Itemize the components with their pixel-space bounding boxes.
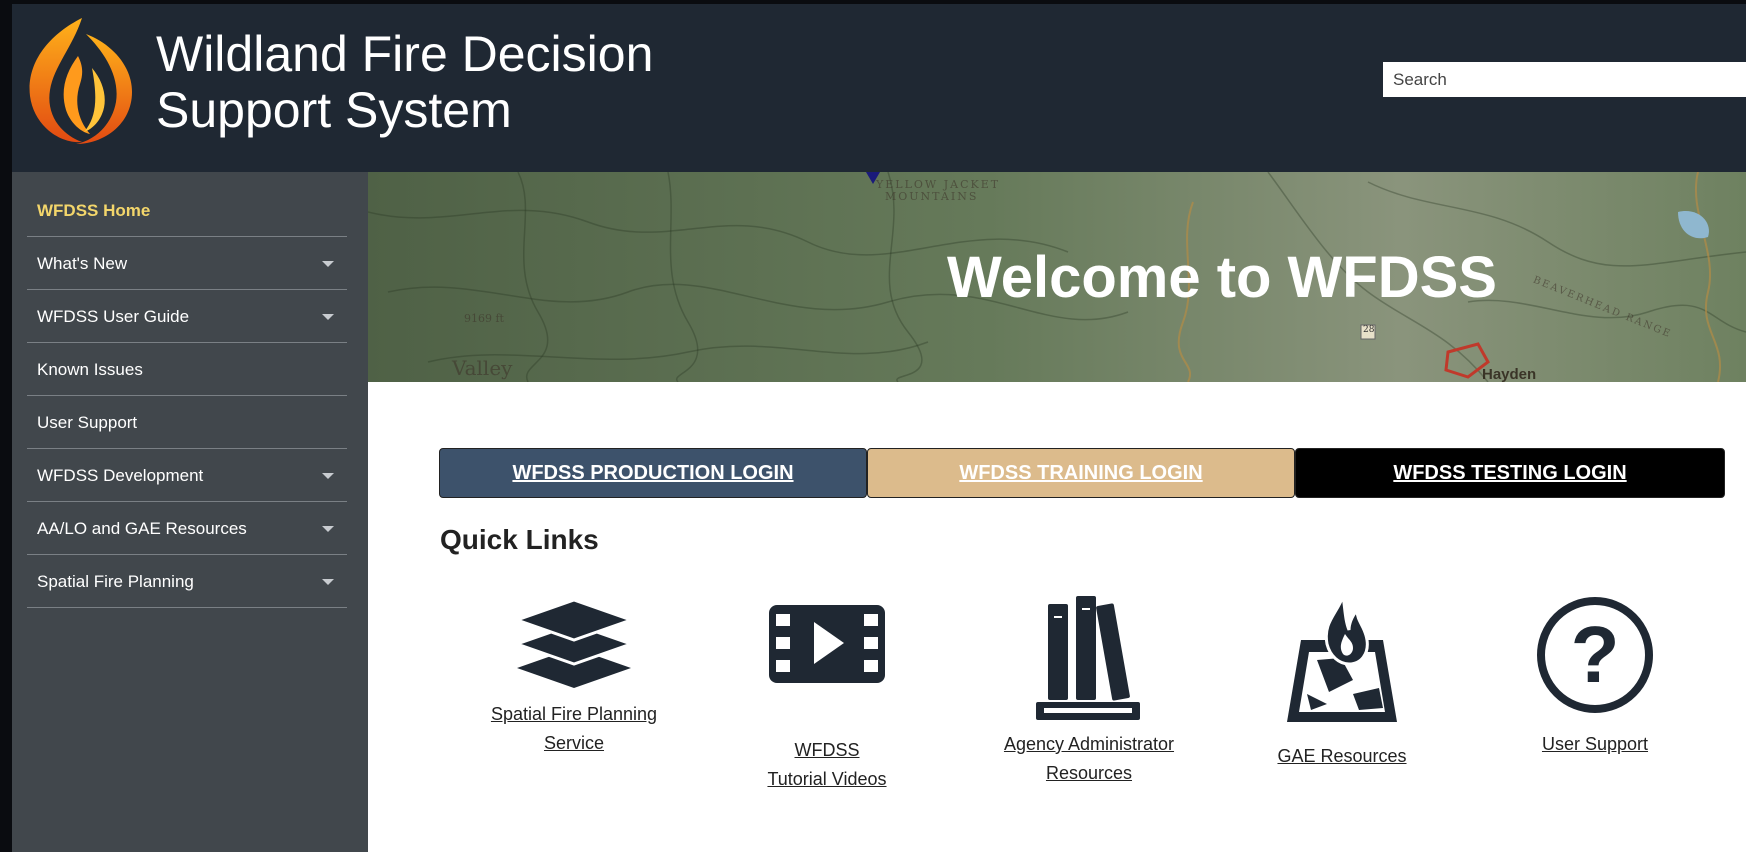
sidebar-item-label: Known Issues [37,360,143,379]
quick-link-label[interactable]: GAE Resources [1237,742,1447,771]
training-login-button[interactable]: WFDSS TRAINING LOGIN [867,448,1295,498]
svg-text:?: ? [1571,610,1620,699]
quick-link-label[interactable]: Agency Administrator [984,730,1194,759]
help-icon[interactable]: ? [1536,594,1654,716]
sidebar-item-user-guide[interactable]: WFDSS User Guide [27,290,347,343]
quick-link-label[interactable]: Tutorial Videos [722,765,932,794]
quick-link-label[interactable]: User Support [1490,730,1700,759]
sidebar-item-label: WFDSS Home [37,201,151,220]
layers-icon[interactable] [515,590,633,700]
caret-down-icon[interactable] [322,526,334,532]
sidebar-item-user-support[interactable]: User Support [27,396,347,449]
sidebar-item-label: AA/LO and GAE Resources [37,519,247,538]
site-header: Wildland Fire Decision Support System [12,4,1746,172]
site-title[interactable]: Wildland Fire Decision Support System [156,26,653,138]
quick-link-spatial-fire-planning[interactable]: Spatial Fire Planning Service [469,590,679,758]
quick-link-label[interactable]: Service [469,729,679,758]
search-input[interactable] [1383,62,1746,97]
site-title-line1: Wildland Fire Decision [156,26,654,82]
books-icon[interactable] [1034,594,1144,720]
caret-down-icon[interactable] [322,261,334,267]
quick-link-tutorial-videos[interactable]: WFDSS Tutorial Videos [722,604,932,794]
quick-link-gae-resources[interactable]: GAE Resources [1237,594,1447,771]
sidebar-item-development[interactable]: WFDSS Development [27,449,347,502]
sidebar-item-label: WFDSS User Guide [37,307,190,326]
caret-down-icon[interactable] [322,579,334,585]
page: Wildland Fire Decision Support System WF… [12,4,1746,852]
quick-link-user-support[interactable]: ? User Support [1490,594,1700,759]
sidebar-item-whats-new[interactable]: What's New [27,237,347,290]
sidebar-item-label: Spatial Fire Planning [37,572,194,591]
caret-down-icon[interactable] [322,473,334,479]
sidebar-item-label: User Support [37,413,138,432]
quick-link-label[interactable]: WFDSS [722,736,932,765]
sidebar-item-label: WFDSS Development [37,466,204,485]
quick-link-agency-admin[interactable]: Agency Administrator Resources [984,594,1194,788]
sidebar: WFDSS Home What's New WFDSS User Guide K… [12,172,368,852]
sidebar-item-aalo-gae[interactable]: AA/LO and GAE Resources [27,502,347,555]
map-label: MOUNTAINS [885,190,979,203]
hero-banner: YELLOW JACKET MOUNTAINS 9169 ft Valley 2… [368,172,1746,382]
sidebar-item-spatial-fire-planning[interactable]: Spatial Fire Planning [27,555,347,608]
map-label: Valley [452,356,513,380]
site-title-line2: Support System [156,82,512,138]
flame-logo-icon[interactable] [20,14,138,148]
quick-link-label[interactable]: Spatial Fire Planning [469,700,679,729]
map-label: 28 [1363,325,1375,335]
quick-links-title: Quick Links [440,524,599,555]
quick-link-label[interactable]: Resources [984,759,1194,788]
testing-login-button[interactable]: WFDSS TESTING LOGIN [1295,448,1725,498]
sidebar-nav: WFDSS Home What's New WFDSS User Guide K… [27,184,347,608]
video-icon[interactable] [768,604,886,684]
map-label: 9169 ft [464,312,504,325]
map-label: Hayden [1482,366,1537,382]
banner-title: Welcome to WFDSS [947,245,1497,310]
sidebar-item-known-issues[interactable]: Known Issues [27,343,347,396]
production-login-button[interactable]: WFDSS PRODUCTION LOGIN [439,448,867,498]
sidebar-item-label: What's New [37,254,128,273]
fire-map-icon[interactable] [1283,594,1401,726]
caret-down-icon[interactable] [322,314,334,320]
sidebar-item-home[interactable]: WFDSS Home [27,184,347,237]
